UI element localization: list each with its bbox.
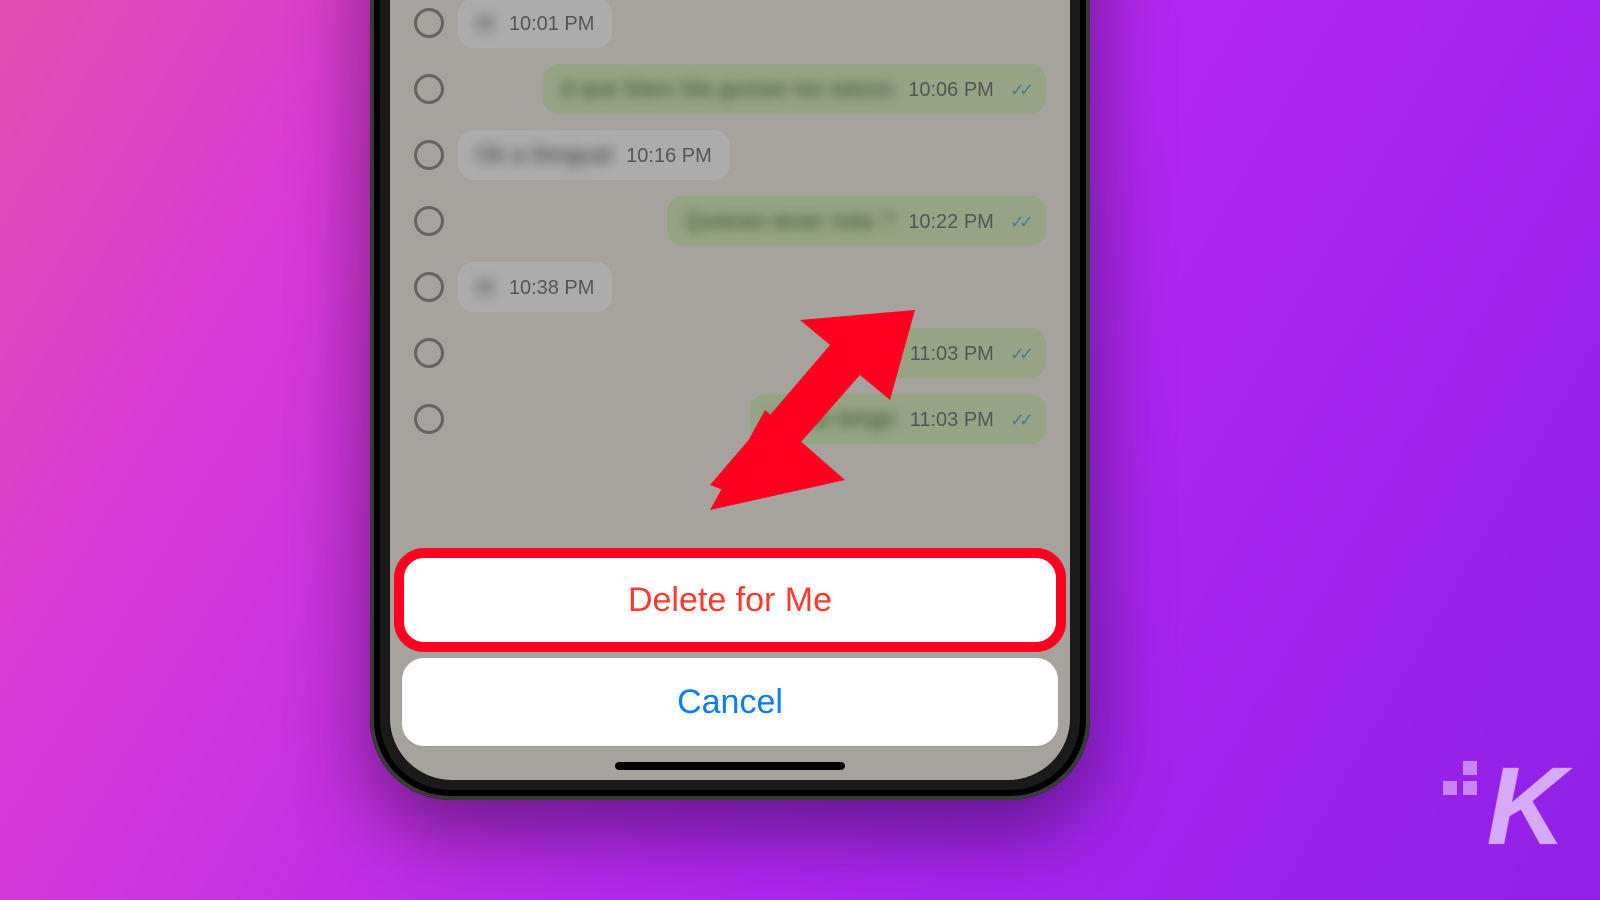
message-text: Bien bbox=[850, 340, 896, 366]
outgoing-bubble[interactable]: Quieres tener más ? 10:22 PM ✓✓ bbox=[667, 196, 1046, 246]
message-row[interactable]: no me tengo 11:03 PM ✓✓ bbox=[390, 386, 1070, 452]
message-timestamp: 10:01 PM bbox=[509, 13, 595, 36]
message-text: Quieres tener más ? bbox=[685, 208, 894, 234]
action-sheet: Delete for Me Cancel bbox=[402, 556, 1058, 746]
read-ticks-icon: ✓✓ bbox=[1010, 410, 1028, 431]
stage: m 10:01 PM d que blars bla gustan los tato… bbox=[0, 0, 1600, 900]
outgoing-bubble[interactable]: d que blars bla gustan los tatoos 10:06 P… bbox=[543, 64, 1046, 114]
select-circle-icon[interactable] bbox=[414, 272, 444, 302]
read-ticks-icon: ✓✓ bbox=[1010, 80, 1028, 101]
message-row[interactable]: m 10:01 PM bbox=[390, 0, 1070, 56]
delete-for-me-button[interactable]: Delete for Me bbox=[402, 556, 1058, 644]
phone-frame: m 10:01 PM d que blars bla gustan los tato… bbox=[370, 0, 1090, 800]
message-row[interactable]: Bien 11:03 PM ✓✓ bbox=[390, 320, 1070, 386]
message-text: m bbox=[476, 10, 495, 36]
message-text: no me tengo bbox=[768, 406, 896, 432]
incoming-bubble[interactable]: m 10:01 PM bbox=[458, 0, 612, 48]
incoming-bubble[interactable]: Ok a thingual 10:16 PM bbox=[458, 130, 730, 180]
read-ticks-icon: ✓✓ bbox=[1010, 212, 1028, 233]
watermark: K bbox=[1443, 743, 1560, 870]
watermark-letter: K bbox=[1487, 743, 1560, 870]
cancel-button[interactable]: Cancel bbox=[402, 658, 1058, 746]
message-row[interactable]: d que blars bla gustan los tatoos 10:06 P… bbox=[390, 56, 1070, 122]
message-row[interactable]: m 10:38 PM bbox=[390, 254, 1070, 320]
phone-screen: m 10:01 PM d que blars bla gustan los tato… bbox=[390, 0, 1070, 780]
message-row[interactable]: Quieres tener más ? 10:22 PM ✓✓ bbox=[390, 188, 1070, 254]
watermark-dots-icon bbox=[1443, 761, 1479, 797]
select-circle-icon[interactable] bbox=[414, 206, 444, 236]
select-circle-icon[interactable] bbox=[414, 338, 444, 368]
message-timestamp: 10:16 PM bbox=[626, 145, 712, 168]
read-ticks-icon: ✓✓ bbox=[1010, 344, 1028, 365]
select-circle-icon[interactable] bbox=[414, 140, 444, 170]
message-timestamp: 11:03 PM bbox=[910, 343, 994, 366]
select-circle-icon[interactable] bbox=[414, 404, 444, 434]
cancel-label: Cancel bbox=[677, 683, 783, 722]
message-text: Ok a thingual bbox=[476, 142, 612, 168]
home-indicator bbox=[615, 762, 845, 770]
message-row[interactable]: Ok a thingual 10:16 PM bbox=[390, 122, 1070, 188]
message-timestamp: 10:06 PM bbox=[908, 79, 994, 102]
select-circle-icon[interactable] bbox=[414, 8, 444, 38]
select-circle-icon[interactable] bbox=[414, 74, 444, 104]
message-timestamp: 11:03 PM bbox=[910, 409, 994, 432]
outgoing-bubble[interactable]: no me tengo 11:03 PM ✓✓ bbox=[750, 394, 1046, 444]
message-text: d que blars bla gustan los tatoos bbox=[561, 76, 894, 102]
incoming-bubble[interactable]: m 10:38 PM bbox=[458, 262, 612, 312]
outgoing-bubble[interactable]: Bien 11:03 PM ✓✓ bbox=[832, 328, 1046, 378]
message-timestamp: 10:22 PM bbox=[908, 211, 994, 234]
message-timestamp: 10:38 PM bbox=[509, 277, 595, 300]
delete-for-me-label: Delete for Me bbox=[628, 581, 832, 620]
message-text: m bbox=[476, 274, 495, 300]
